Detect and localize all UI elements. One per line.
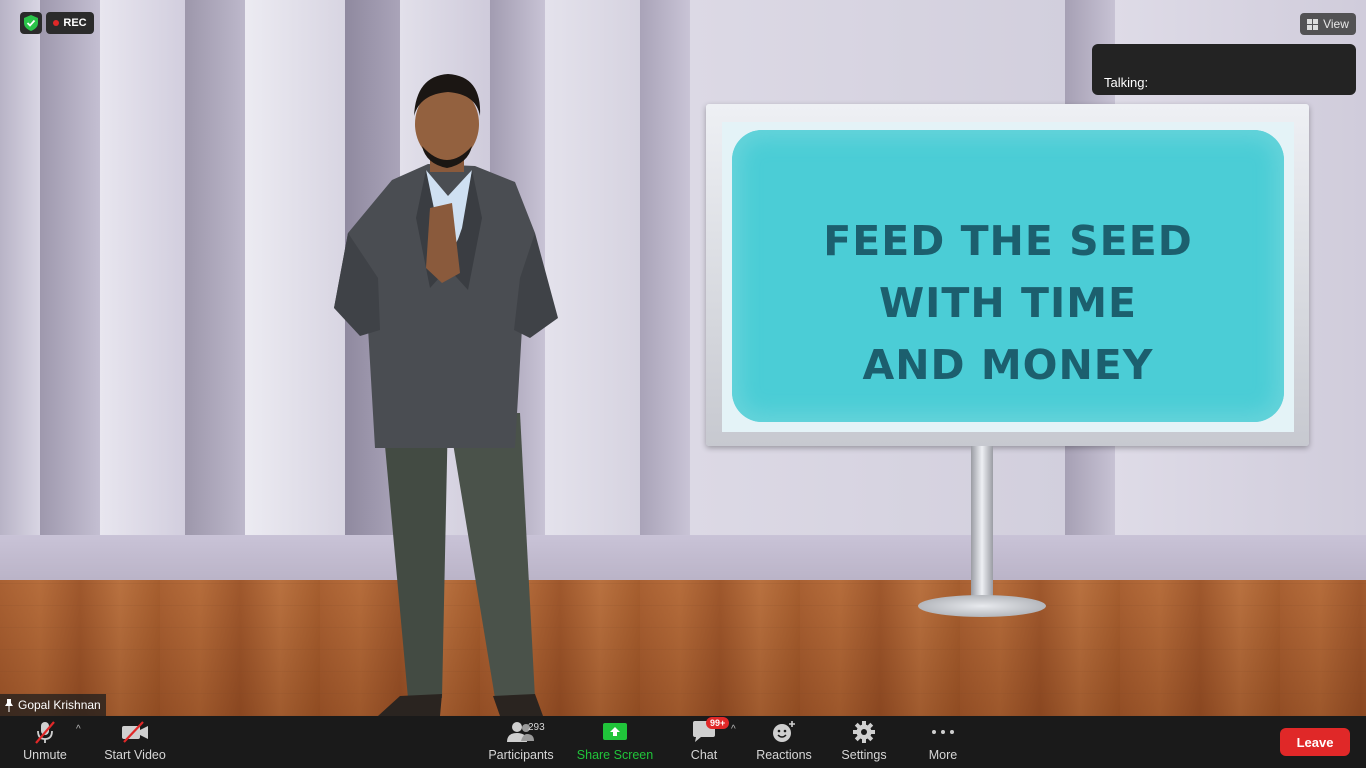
participants-label: Participants (488, 748, 554, 762)
wall-panel (40, 0, 100, 600)
start-video-label: Start Video (104, 748, 166, 762)
reactions-button[interactable]: Reactions (754, 716, 814, 768)
reactions-label: Reactions (756, 748, 812, 762)
record-dot-icon (53, 20, 60, 26)
audio-options-chevron-icon[interactable]: ^ (76, 724, 81, 735)
slide-line-1: FEED THE SEED (823, 217, 1193, 265)
participants-button[interactable]: Participants (486, 716, 556, 768)
presentation-board: FEED THE SEED WITH TIME AND MONEY (722, 122, 1294, 432)
slide-text: FEED THE SEED WITH TIME AND MONEY (722, 210, 1294, 396)
wall-panel (185, 0, 245, 600)
settings-button[interactable]: Settings (838, 716, 890, 768)
rec-label: REC (63, 17, 87, 29)
share-screen-label: Share Screen (576, 748, 654, 762)
unmute-button[interactable]: Unmute (18, 716, 72, 768)
presenter (334, 74, 558, 716)
board-stand-pole (971, 446, 993, 604)
slide-line-2: WITH TIME (878, 279, 1138, 327)
wall-panel (0, 0, 40, 600)
more-icon (932, 730, 954, 734)
talking-panel: Talking: (1092, 44, 1356, 95)
gear-icon (853, 721, 875, 743)
talking-label: Talking: (1104, 75, 1149, 90)
reactions-icon (773, 721, 795, 742)
grid-icon (1307, 18, 1319, 30)
leave-button[interactable]: Leave (1280, 728, 1350, 756)
view-button[interactable]: View (1300, 13, 1356, 35)
participants-count: 293 (528, 722, 545, 733)
recording-indicator[interactable]: REC (46, 12, 94, 34)
more-label: More (928, 748, 958, 762)
security-shield[interactable] (20, 12, 42, 34)
chat-unread-badge: 99+ (706, 717, 730, 729)
meeting-toolbar: Unmute ^ Start Video Participants Share … (0, 716, 1366, 768)
pin-icon (5, 698, 13, 712)
shield-icon (24, 15, 38, 31)
video-feed: FEED THE SEED WITH TIME AND MONEY (0, 0, 1366, 716)
wall-panel (640, 0, 690, 600)
participant-name: Gopal Krishnan (18, 698, 101, 712)
video-off-icon (122, 721, 148, 743)
more-button[interactable]: More (924, 716, 962, 768)
chat-options-chevron-icon[interactable]: ^ (731, 724, 736, 735)
slide-line-3: AND MONEY (862, 341, 1154, 389)
mic-muted-icon (35, 721, 55, 744)
board-stand-base (918, 595, 1046, 617)
view-label: View (1323, 17, 1349, 31)
share-screen-icon (603, 723, 627, 740)
baseboard (0, 535, 1366, 585)
unmute-label: Unmute (23, 748, 67, 762)
settings-label: Settings (841, 748, 887, 762)
wall-panel (100, 0, 185, 600)
share-screen-button[interactable]: Share Screen (576, 716, 654, 768)
chat-label: Chat (690, 748, 718, 762)
start-video-button[interactable]: Start Video (102, 716, 168, 768)
participant-name-tag: Gopal Krishnan (0, 694, 106, 716)
